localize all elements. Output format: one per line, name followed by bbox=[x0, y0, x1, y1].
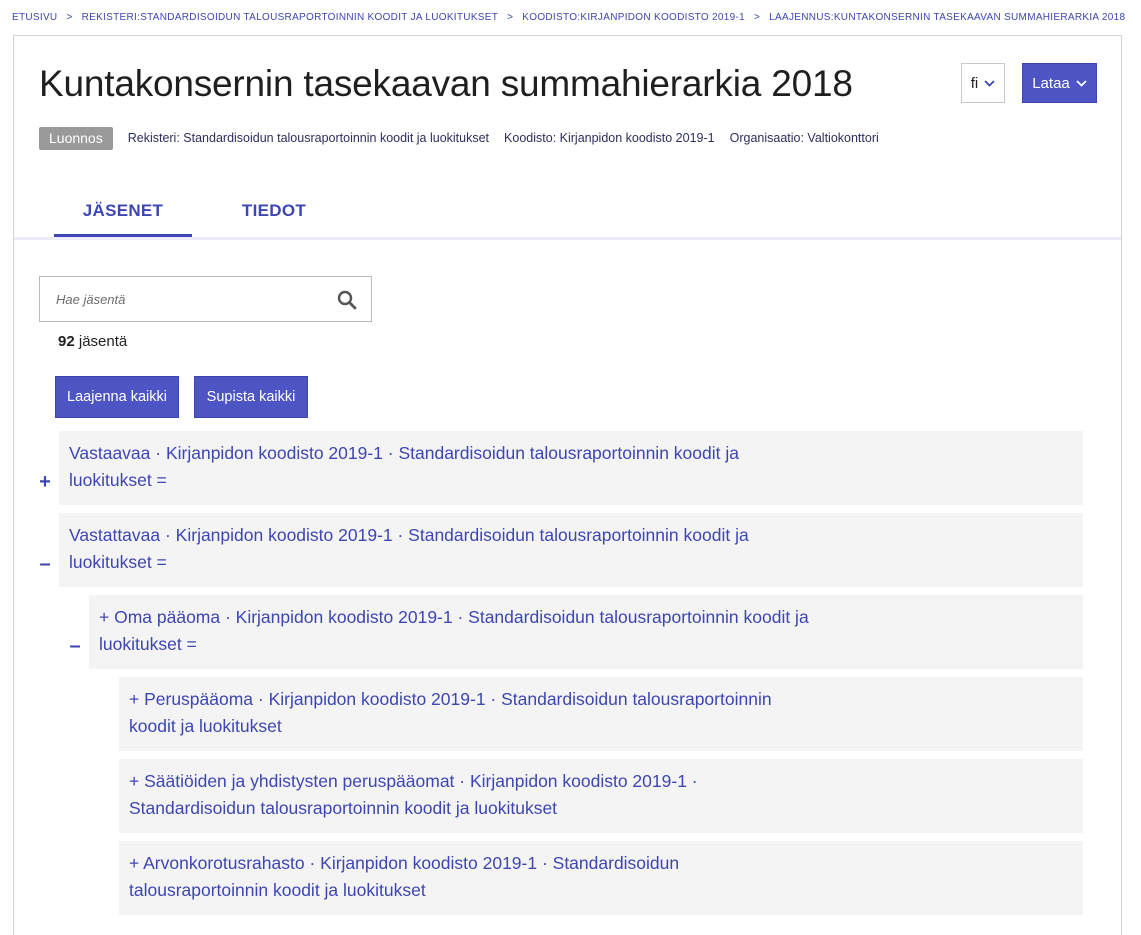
breadcrumb: ETUSIVU > REKISTERI:STANDARDISOIDUN TALO… bbox=[12, 10, 1125, 24]
tree-item-line: talousraportoinnin koodit ja luokitukset bbox=[129, 880, 426, 900]
collapse-toggle[interactable]: – bbox=[37, 554, 53, 574]
tree-item-line: Vastattavaa · Kirjanpidon koodisto 2019-… bbox=[69, 525, 749, 545]
search-icon[interactable] bbox=[337, 290, 357, 310]
breadcrumb-separator: > bbox=[66, 11, 73, 23]
chevron-down-icon bbox=[1076, 79, 1087, 87]
tree-item-oma-paaoma[interactable]: + Oma pääoma · Kirjanpidon koodisto 2019… bbox=[89, 595, 1083, 669]
tree-item-line: + Arvonkorotusrahasto · Kirjanpidon kood… bbox=[129, 853, 680, 873]
tree-item-peruspaaoma[interactable]: + Peruspääoma · Kirjanpidon koodisto 201… bbox=[119, 677, 1083, 751]
tree-item-line: + Säätiöiden ja yhdistysten peruspääomat… bbox=[129, 771, 698, 791]
search-input[interactable] bbox=[40, 277, 320, 321]
expand-all-button[interactable]: Laajenna kaikki bbox=[55, 376, 179, 418]
breadcrumb-registry[interactable]: REKISTERI:STANDARDISOIDUN TALOUSRAPORTOI… bbox=[82, 12, 499, 23]
breadcrumb-home[interactable]: ETUSIVU bbox=[12, 12, 57, 23]
download-button[interactable]: Lataa bbox=[1022, 63, 1097, 103]
tree-item-saatioiden-peruspaaomat[interactable]: + Säätiöiden ja yhdistysten peruspääomat… bbox=[119, 759, 1083, 833]
tree-item-line: + Oma pääoma · Kirjanpidon koodisto 2019… bbox=[99, 607, 809, 627]
tree-item-line: luokitukset = bbox=[99, 634, 197, 654]
member-count-number: 92 bbox=[58, 333, 75, 350]
collapse-toggle[interactable]: – bbox=[67, 636, 83, 656]
tree-item-vastaavaa[interactable]: Vastaavaa · Kirjanpidon koodisto 2019-1 … bbox=[59, 431, 1083, 505]
organization-info: Organisaatio: Valtiokonttori bbox=[729, 131, 879, 145]
language-value: fi bbox=[970, 74, 979, 92]
tab-bar: JÄSENET TIEDOT bbox=[14, 191, 1121, 240]
tree-item-line: luokitukset = bbox=[69, 470, 167, 490]
breadcrumb-separator: > bbox=[754, 11, 761, 23]
breadcrumb-codelist[interactable]: KOODISTO:KIRJANPIDON KOODISTO 2019-1 bbox=[522, 12, 745, 23]
tree-item-line: + Peruspääoma · Kirjanpidon koodisto 201… bbox=[129, 689, 772, 709]
language-select[interactable]: fi bbox=[961, 63, 1005, 103]
registry-info: Rekisteri: Standardisoidun talousraporto… bbox=[127, 131, 490, 145]
expand-toggle[interactable]: + bbox=[37, 472, 53, 492]
breadcrumb-extension[interactable]: LAAJENNUS:KUNTAKONSERNIN TASEKAAVAN SUMM… bbox=[769, 12, 1125, 23]
download-label: Lataa bbox=[1032, 74, 1070, 92]
member-count: 92 jäsentä bbox=[58, 333, 127, 350]
tree-item-line: Vastaavaa · Kirjanpidon koodisto 2019-1 … bbox=[69, 443, 739, 463]
page-title: Kuntakonsernin tasekaavan summahierarkia… bbox=[39, 63, 853, 104]
breadcrumb-separator: > bbox=[507, 11, 514, 23]
member-count-suffix: jäsentä bbox=[78, 333, 128, 350]
tab-info[interactable]: TIEDOT bbox=[212, 201, 336, 234]
meta-row: Luonnos Rekisteri: Standardisoidun talou… bbox=[39, 126, 894, 150]
collapse-all-button[interactable]: Supista kaikki bbox=[194, 376, 308, 418]
search-field bbox=[39, 276, 372, 322]
tree-item-line: luokitukset = bbox=[69, 552, 167, 572]
tab-members[interactable]: JÄSENET bbox=[54, 201, 192, 237]
tree-item-line: Standardisoidun talousraportoinnin koodi… bbox=[129, 798, 558, 818]
codelist-info: Koodisto: Kirjanpidon koodisto 2019-1 bbox=[504, 131, 715, 145]
status-badge: Luonnos bbox=[39, 126, 113, 150]
extension-panel: Kuntakonsernin tasekaavan summahierarkia… bbox=[13, 35, 1122, 935]
tree-item-vastattavaa[interactable]: Vastattavaa · Kirjanpidon koodisto 2019-… bbox=[59, 513, 1083, 587]
tree-item-arvonkorotusrahasto[interactable]: + Arvonkorotusrahasto · Kirjanpidon kood… bbox=[119, 841, 1083, 915]
tree-item-line: koodit ja luokitukset bbox=[129, 716, 282, 736]
chevron-down-icon bbox=[984, 79, 995, 87]
